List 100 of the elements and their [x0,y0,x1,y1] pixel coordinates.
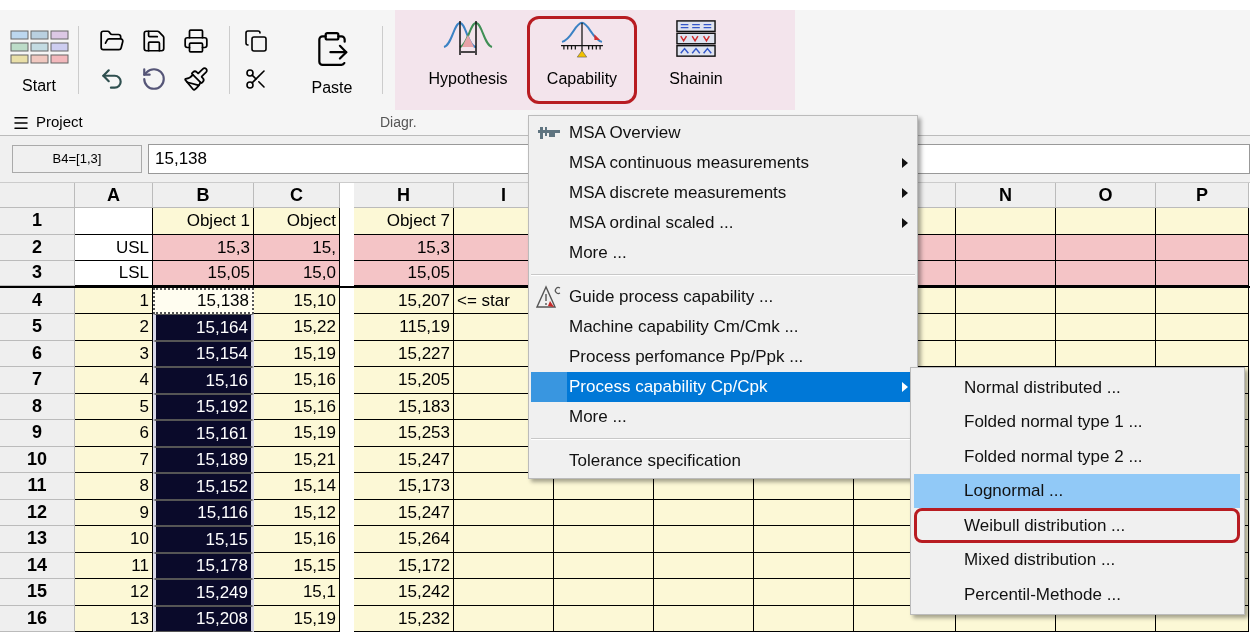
table-cell: Object 1 [153,208,254,235]
menu-item[interactable]: Lognormal ... [914,473,1240,508]
table-cell: 15,19 [254,340,340,367]
table-cell: 15,178 [153,552,254,579]
row-header[interactable]: 14 [0,552,75,579]
cut-icon[interactable] [244,67,268,91]
row-header[interactable]: 10 [0,446,75,473]
row-header[interactable]: 9 [0,420,75,447]
table-cell: 15,247 [354,499,454,526]
menu-item[interactable]: Weibull distribution ... [914,508,1240,543]
group-label: Diagr. [380,113,417,132]
table-cell: 15,19 [254,420,340,447]
table-cell: 12 [75,579,153,606]
table-cell: 15,164 [153,314,254,341]
table-cell: Object [254,208,340,235]
menu-item[interactable]: Folded normal type 1 ... [914,404,1240,439]
menu-item[interactable]: Mixed distribution ... [914,542,1240,577]
table-cell: 15,10 [254,287,340,314]
cell-reference: B4=[1,3] [12,145,142,173]
analysis-button[interactable]: Capability [527,16,637,104]
table-cell: 15,207 [354,287,454,314]
row-header[interactable]: 1 [0,208,75,235]
table-cell: 7 [75,446,153,473]
table-cell: 5 [75,393,153,420]
table-cell: 15,0 [254,261,340,286]
row-header[interactable]: 4 [0,287,75,314]
column-header[interactable]: P [1156,183,1249,208]
table-cell: 15,161 [153,420,254,447]
menu-item[interactable]: Folded normal type 2 ... [914,439,1240,474]
row-header[interactable]: 12 [0,499,75,526]
start-button[interactable]: Start [0,10,78,110]
table-cell: 15,3 [153,234,254,261]
table-cell: 15,22 [254,314,340,341]
column-header[interactable]: O [1056,183,1156,208]
row-header[interactable]: 8 [0,393,75,420]
analysis-button[interactable]: Hypothesis [413,16,523,104]
table-cell: 11 [75,552,153,579]
table-cell: 15,12 [254,499,340,526]
table-cell: 15,227 [354,340,454,367]
table-cell: 15,154 [153,340,254,367]
redo-icon[interactable] [141,66,167,92]
row-header[interactable]: 7 [0,367,75,394]
menu-item[interactable]: Percentil-Methode ... [914,577,1240,612]
open-folder-icon[interactable] [99,28,125,54]
table-cell: 6 [75,420,153,447]
table-cell: 9 [75,499,153,526]
table-cell: 15,249 [153,579,254,606]
column-header[interactable]: N [956,183,1056,208]
table-cell: 2 [75,314,153,341]
group-label: Project [36,112,83,133]
table-cell: 15,116 [153,499,254,526]
table-cell: 10 [75,526,153,553]
row-header[interactable]: 5 [0,314,75,341]
row-header[interactable]: 2 [0,234,75,261]
table-cell: 15,152 [153,473,254,500]
table-cell: 15,14 [254,473,340,500]
table-cell: 15,05 [153,261,254,286]
table-cell: 15,3 [354,234,454,261]
menu-item[interactable]: More ... [531,238,915,268]
column-header[interactable]: C [254,183,340,208]
row-header[interactable]: 3 [0,261,75,286]
table-cell: 15,15 [254,552,340,579]
table-cell: 15,264 [354,526,454,553]
menu-item[interactable]: MSA ordinal scaled ... [531,208,915,238]
column-header[interactable]: H [354,183,454,208]
table-cell: 15,16 [254,393,340,420]
table-cell: 15,242 [354,579,454,606]
table-cell: 15,16 [254,526,340,553]
column-header[interactable]: B [153,183,254,208]
table-cell: 15,232 [354,605,454,632]
table-cell: 15,183 [354,393,454,420]
row-header[interactable]: 13 [0,526,75,553]
table-cell: LSL [75,261,153,286]
table-cell: 13 [75,605,153,632]
row-header[interactable]: 6 [0,340,75,367]
analysis-button[interactable]: Shainin [641,16,751,104]
table-cell: 15,253 [354,420,454,447]
table-cell: USL [75,234,153,261]
brush-icon[interactable] [183,66,209,92]
table-cell: 15,172 [354,552,454,579]
copy-icon[interactable] [244,29,268,53]
menu-item[interactable]: Normal distributed ... [914,370,1240,405]
table-cell: 15,208 [153,605,254,632]
undo-icon[interactable] [99,66,125,92]
save-icon[interactable] [141,28,167,54]
table-cell: 15,173 [354,473,454,500]
warning-icon [536,285,562,309]
table-cell: 15,138 [153,287,254,314]
table-cell: 15,05 [354,261,454,286]
menu-item[interactable]: Process perfomance Pp/Ppk ... [531,342,915,372]
row-header[interactable]: 15 [0,579,75,606]
table-cell: 15,192 [153,393,254,420]
menu-item[interactable]: Machine capability Cm/Cmk ... [531,312,915,342]
row-header[interactable]: 16 [0,605,75,632]
column-header[interactable]: A [75,183,153,208]
paste-button[interactable]: Paste [282,10,382,110]
print-icon[interactable] [183,28,209,54]
row-header[interactable]: 11 [0,473,75,500]
table-cell: Object 7 [354,208,454,235]
table-cell: 15, [254,234,340,261]
